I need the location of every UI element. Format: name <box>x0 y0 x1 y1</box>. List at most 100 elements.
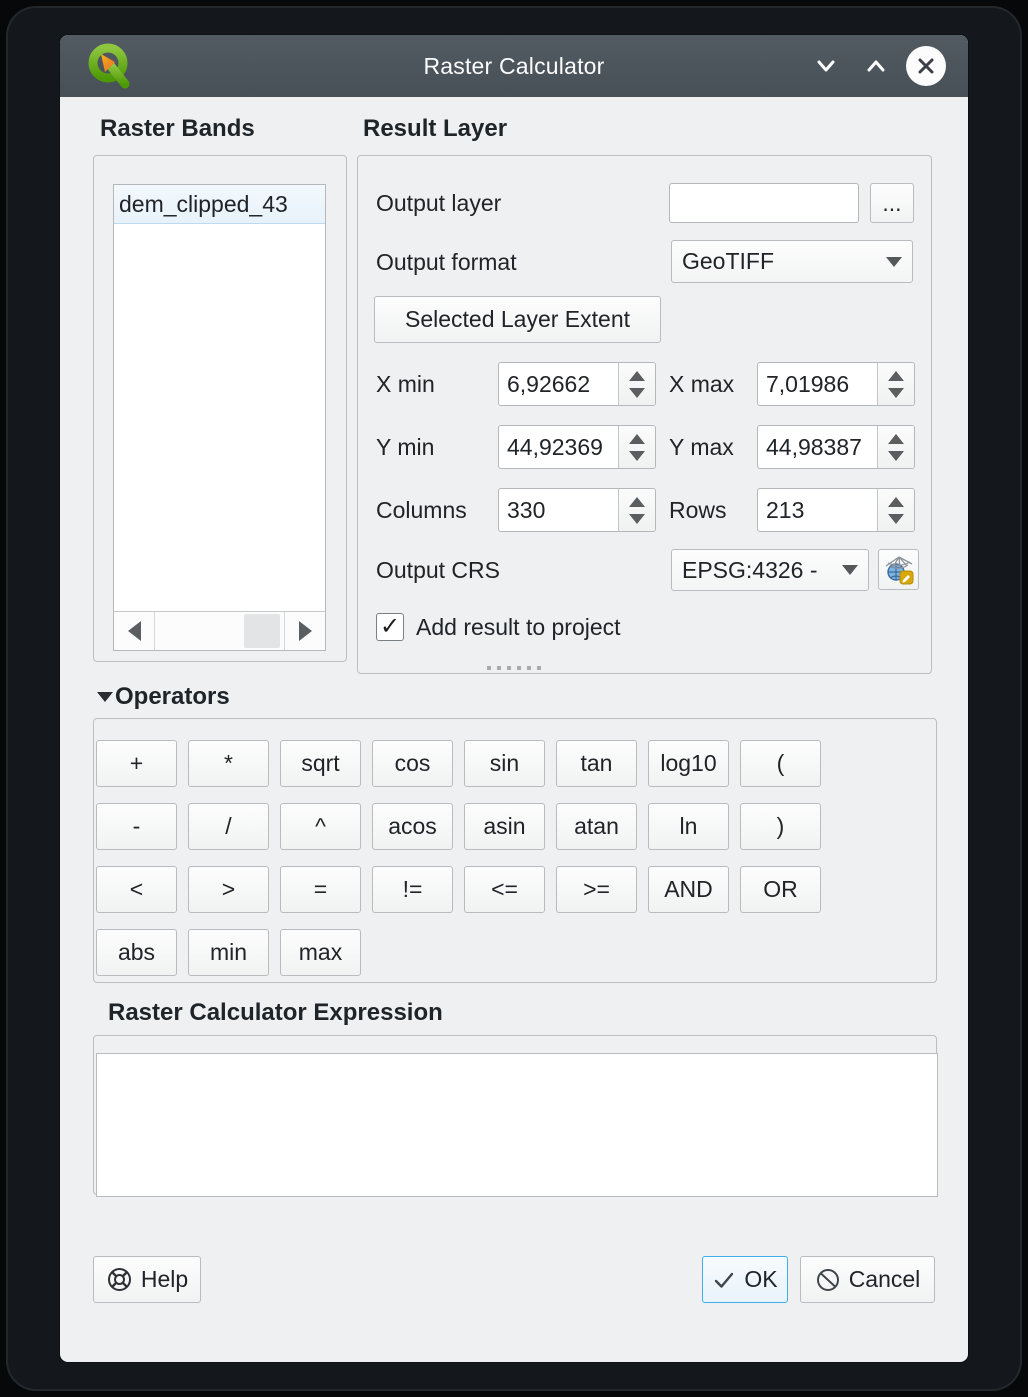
operator-divide-button[interactable]: / <box>188 803 269 850</box>
result-layer-group: Output layer ... Output format GeoTIFF S… <box>357 155 932 674</box>
operator-minus-button[interactable]: - <box>96 803 177 850</box>
spin-down-icon[interactable] <box>888 388 904 398</box>
x-min-spinbox[interactable]: 6,92662 <box>498 362 656 406</box>
horizontal-scrollbar[interactable] <box>114 611 325 650</box>
output-format-select[interactable]: GeoTIFF <box>671 240 913 283</box>
operator-or-button[interactable]: OR <box>740 866 821 913</box>
spin-up-icon[interactable] <box>888 434 904 444</box>
close-icon <box>914 54 938 78</box>
output-layer-input[interactable] <box>669 183 859 223</box>
raster-bands-group: dem_clipped_43 <box>93 155 347 662</box>
operator-sin-button[interactable]: sin <box>464 740 545 787</box>
chevron-up-icon <box>863 53 889 79</box>
operator-open-paren-button[interactable]: ( <box>740 740 821 787</box>
operator-multiply-button[interactable]: * <box>188 740 269 787</box>
scroll-left-button[interactable] <box>114 612 155 650</box>
result-layer-heading: Result Layer <box>363 115 507 143</box>
y-max-spinbox[interactable]: 44,98387 <box>757 425 915 469</box>
spin-up-icon[interactable] <box>629 371 645 381</box>
minimize-button[interactable] <box>806 46 846 86</box>
add-result-label: Add result to project <box>416 614 621 641</box>
spin-buttons <box>877 426 914 468</box>
spin-down-icon[interactable] <box>888 514 904 524</box>
spin-down-icon[interactable] <box>888 451 904 461</box>
operator-cos-button[interactable]: cos <box>372 740 453 787</box>
operator-atan-button[interactable]: atan <box>556 803 637 850</box>
checkmark-icon: ✓ <box>380 615 400 639</box>
operator-ln-button[interactable]: ln <box>648 803 729 850</box>
operator-asin-button[interactable]: asin <box>464 803 545 850</box>
arrow-left-icon <box>128 621 141 641</box>
x-max-spinbox[interactable]: 7,01986 <box>757 362 915 406</box>
operator-abs-button[interactable]: abs <box>96 929 177 976</box>
x-max-label: X max <box>669 371 734 398</box>
help-lifebuoy-icon <box>106 1266 133 1293</box>
operators-group: + * sqrt cos sin tan log10 ( - / ^ acos … <box>93 718 937 983</box>
cancel-button[interactable]: Cancel <box>800 1256 935 1303</box>
operator-equals-button[interactable]: = <box>280 866 361 913</box>
spin-up-icon[interactable] <box>888 371 904 381</box>
expression-textarea[interactable] <box>96 1053 938 1197</box>
operator-min-button[interactable]: min <box>188 929 269 976</box>
spin-up-icon[interactable] <box>629 434 645 444</box>
selected-layer-extent-button[interactable]: Selected Layer Extent <box>374 296 661 343</box>
operator-not-equals-button[interactable]: != <box>372 866 453 913</box>
close-button[interactable] <box>906 46 946 86</box>
browse-output-button[interactable]: ... <box>870 183 914 223</box>
raster-bands-list[interactable]: dem_clipped_43 <box>113 184 326 651</box>
maximize-button[interactable] <box>856 46 896 86</box>
operator-tan-button[interactable]: tan <box>556 740 637 787</box>
help-button[interactable]: Help <box>93 1256 201 1303</box>
band-name: dem_clipped_43 <box>119 191 288 218</box>
rows-label: Rows <box>669 497 727 524</box>
operators-heading[interactable]: Operators <box>115 683 230 711</box>
y-max-label: Y max <box>669 434 734 461</box>
operator-less-than-button[interactable]: < <box>96 866 177 913</box>
operator-greater-equal-button[interactable]: >= <box>556 866 637 913</box>
ok-button[interactable]: OK <box>702 1256 788 1303</box>
operator-max-button[interactable]: max <box>280 929 361 976</box>
operator-power-button[interactable]: ^ <box>280 803 361 850</box>
expression-heading: Raster Calculator Expression <box>108 999 443 1027</box>
chevron-down-icon <box>842 565 858 575</box>
help-label: Help <box>141 1266 188 1293</box>
columns-spinbox[interactable]: 330 <box>498 488 656 532</box>
collapse-arrow-icon[interactable] <box>97 692 113 702</box>
output-format-value: GeoTIFF <box>682 248 774 275</box>
cancel-prohibition-icon <box>815 1267 841 1293</box>
scrollbar-track[interactable] <box>155 612 284 650</box>
splitter-handle[interactable] <box>60 666 968 670</box>
scrollbar-thumb[interactable] <box>244 614 280 648</box>
x-max-value: 7,01986 <box>758 363 877 405</box>
spin-up-icon[interactable] <box>629 497 645 507</box>
operator-greater-than-button[interactable]: > <box>188 866 269 913</box>
spin-down-icon[interactable] <box>629 451 645 461</box>
y-min-spinbox[interactable]: 44,92369 <box>498 425 656 469</box>
titlebar[interactable]: Raster Calculator <box>60 35 968 97</box>
operator-close-paren-button[interactable]: ) <box>740 803 821 850</box>
check-icon <box>712 1268 736 1292</box>
rows-spinbox[interactable]: 213 <box>757 488 915 532</box>
operator-plus-button[interactable]: + <box>96 740 177 787</box>
spin-up-icon[interactable] <box>888 497 904 507</box>
operator-log10-button[interactable]: log10 <box>648 740 729 787</box>
spin-buttons <box>618 426 655 468</box>
select-crs-button[interactable] <box>878 549 919 590</box>
output-format-label: Output format <box>376 249 517 276</box>
list-item[interactable]: dem_clipped_43 <box>114 185 325 224</box>
chevron-down-icon <box>813 53 839 79</box>
spin-buttons <box>877 489 914 531</box>
scroll-right-button[interactable] <box>284 612 325 650</box>
output-layer-label: Output layer <box>376 190 501 217</box>
expression-group <box>93 1035 937 1195</box>
columns-value: 330 <box>499 489 618 531</box>
operator-sqrt-button[interactable]: sqrt <box>280 740 361 787</box>
operator-less-equal-button[interactable]: <= <box>464 866 545 913</box>
operator-acos-button[interactable]: acos <box>372 803 453 850</box>
spin-down-icon[interactable] <box>629 514 645 524</box>
add-result-checkbox[interactable]: ✓ <box>376 613 404 641</box>
output-crs-select[interactable]: EPSG:4326 - <box>671 549 869 591</box>
operator-and-button[interactable]: AND <box>648 866 729 913</box>
ok-label: OK <box>744 1266 777 1293</box>
spin-down-icon[interactable] <box>629 388 645 398</box>
